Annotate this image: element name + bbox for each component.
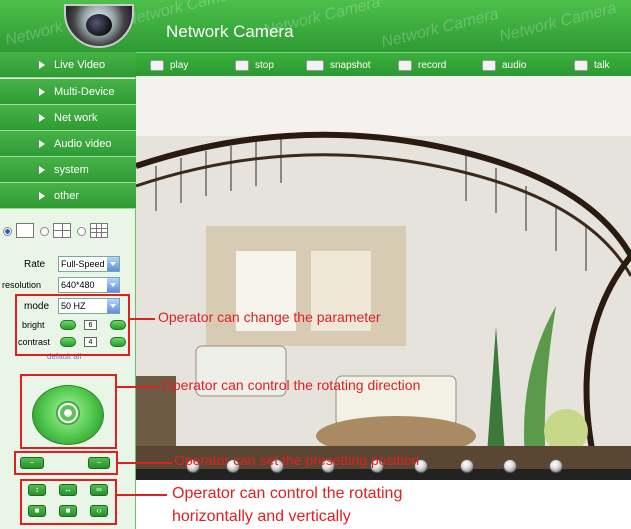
sidebar-item-label: Net work: [54, 111, 98, 124]
rate-select[interactable]: Full-Speed: [58, 256, 120, 272]
sidebar-item-system[interactable]: system: [0, 157, 136, 183]
sidebar-item-multi-device[interactable]: Multi-Device: [0, 79, 136, 105]
stop-icon: [235, 59, 249, 71]
triangle-right-icon: [39, 165, 45, 174]
layout-9-radio[interactable]: [77, 227, 86, 236]
resolution-value: 640*480: [61, 280, 95, 290]
triangle-right-icon: [39, 113, 45, 122]
snapshot-label: snapshot: [330, 59, 371, 71]
live-video-feed[interactable]: [136, 76, 631, 469]
layout-4-radio[interactable]: [40, 227, 49, 236]
chevron-down-icon: [107, 257, 119, 271]
annotation-rotating-line2: horizontally and vertically: [172, 508, 351, 525]
audio-label: audio: [502, 59, 527, 71]
triangle-right-icon: [39, 60, 45, 69]
camera-icon: [306, 59, 324, 71]
header-watermark: Network Camera: [497, 0, 619, 46]
audio-button[interactable]: audio: [482, 53, 526, 77]
camera-lens-icon: [86, 14, 112, 36]
stop-label: stop: [255, 59, 274, 71]
sidebar-item-label: other: [54, 189, 80, 202]
layout-selector: [2, 222, 134, 240]
record-button[interactable]: record: [398, 53, 446, 77]
rotation-highlight-box: [20, 479, 117, 525]
triangle-right-icon: [39, 191, 45, 200]
stop-button[interactable]: stop: [235, 53, 274, 77]
triangle-right-icon: [39, 87, 45, 96]
annotation-rotating-direction: Operator can control the rotating direct…: [162, 377, 421, 393]
sidebar-item-other[interactable]: other: [0, 183, 136, 209]
play-icon: [150, 59, 164, 71]
parameter-highlight-box: [15, 294, 130, 356]
video-frame-image: [136, 76, 631, 469]
video-toolbar: play stop snapshot record audio talk: [136, 52, 631, 76]
nine-view-icon[interactable]: [90, 223, 108, 238]
rate-value: Full-Speed: [61, 259, 105, 269]
rate-label: Rate: [24, 259, 46, 270]
annotation-connector: [117, 494, 167, 496]
resolution-label: resolution: [2, 280, 42, 290]
sidebar-item-network[interactable]: Net work: [0, 105, 136, 131]
header-watermark: Network Camera: [379, 5, 501, 52]
sidebar-item-label: Audio video: [54, 137, 112, 150]
direction-highlight-box: [20, 374, 117, 449]
sidebar-item-label: system: [54, 163, 89, 176]
preset-highlight-box: [14, 451, 118, 475]
annotation-parameter: Operator can change the parameter: [158, 309, 381, 325]
snapshot-button[interactable]: snapshot: [306, 53, 371, 77]
sidebar-item-live-video[interactable]: Live Video: [0, 52, 136, 78]
quad-view-icon[interactable]: [53, 223, 71, 238]
layout-1-radio[interactable]: [3, 227, 12, 236]
play-button[interactable]: play: [150, 53, 188, 77]
single-view-icon[interactable]: [16, 223, 34, 238]
triangle-right-icon: [39, 139, 45, 148]
annotation-rotating-line1: Operator can control the rotating: [172, 485, 403, 502]
annotation-connector: [130, 318, 155, 320]
sidebar-item-audio-video[interactable]: Audio video: [0, 131, 136, 157]
headphones-icon: [482, 59, 496, 71]
record-icon: [398, 59, 412, 71]
talk-button[interactable]: talk: [574, 53, 610, 77]
microphone-icon: [574, 59, 588, 71]
annotation-presetting: Operator can set the presetting position: [174, 452, 420, 468]
preset-position-dot[interactable]: [460, 459, 474, 473]
app-header: Network Camera Network Camera Network Ca…: [0, 0, 631, 52]
preset-position-dot[interactable]: [549, 459, 563, 473]
resolution-select[interactable]: 640*480: [58, 277, 120, 293]
sidebar-item-label: Live Video: [54, 58, 106, 71]
talk-label: talk: [594, 59, 610, 71]
annotation-connector: [117, 386, 159, 388]
preset-position-dot[interactable]: [503, 459, 517, 473]
chevron-down-icon: [107, 278, 119, 292]
app-title: Network Camera: [166, 22, 294, 41]
annotation-connector: [118, 462, 172, 464]
record-label: record: [418, 59, 447, 71]
network-camera-app: Network Camera Network Camera Network Ca…: [0, 0, 631, 529]
sidebar-item-label: Multi-Device: [54, 85, 115, 98]
play-label: play: [170, 59, 189, 71]
